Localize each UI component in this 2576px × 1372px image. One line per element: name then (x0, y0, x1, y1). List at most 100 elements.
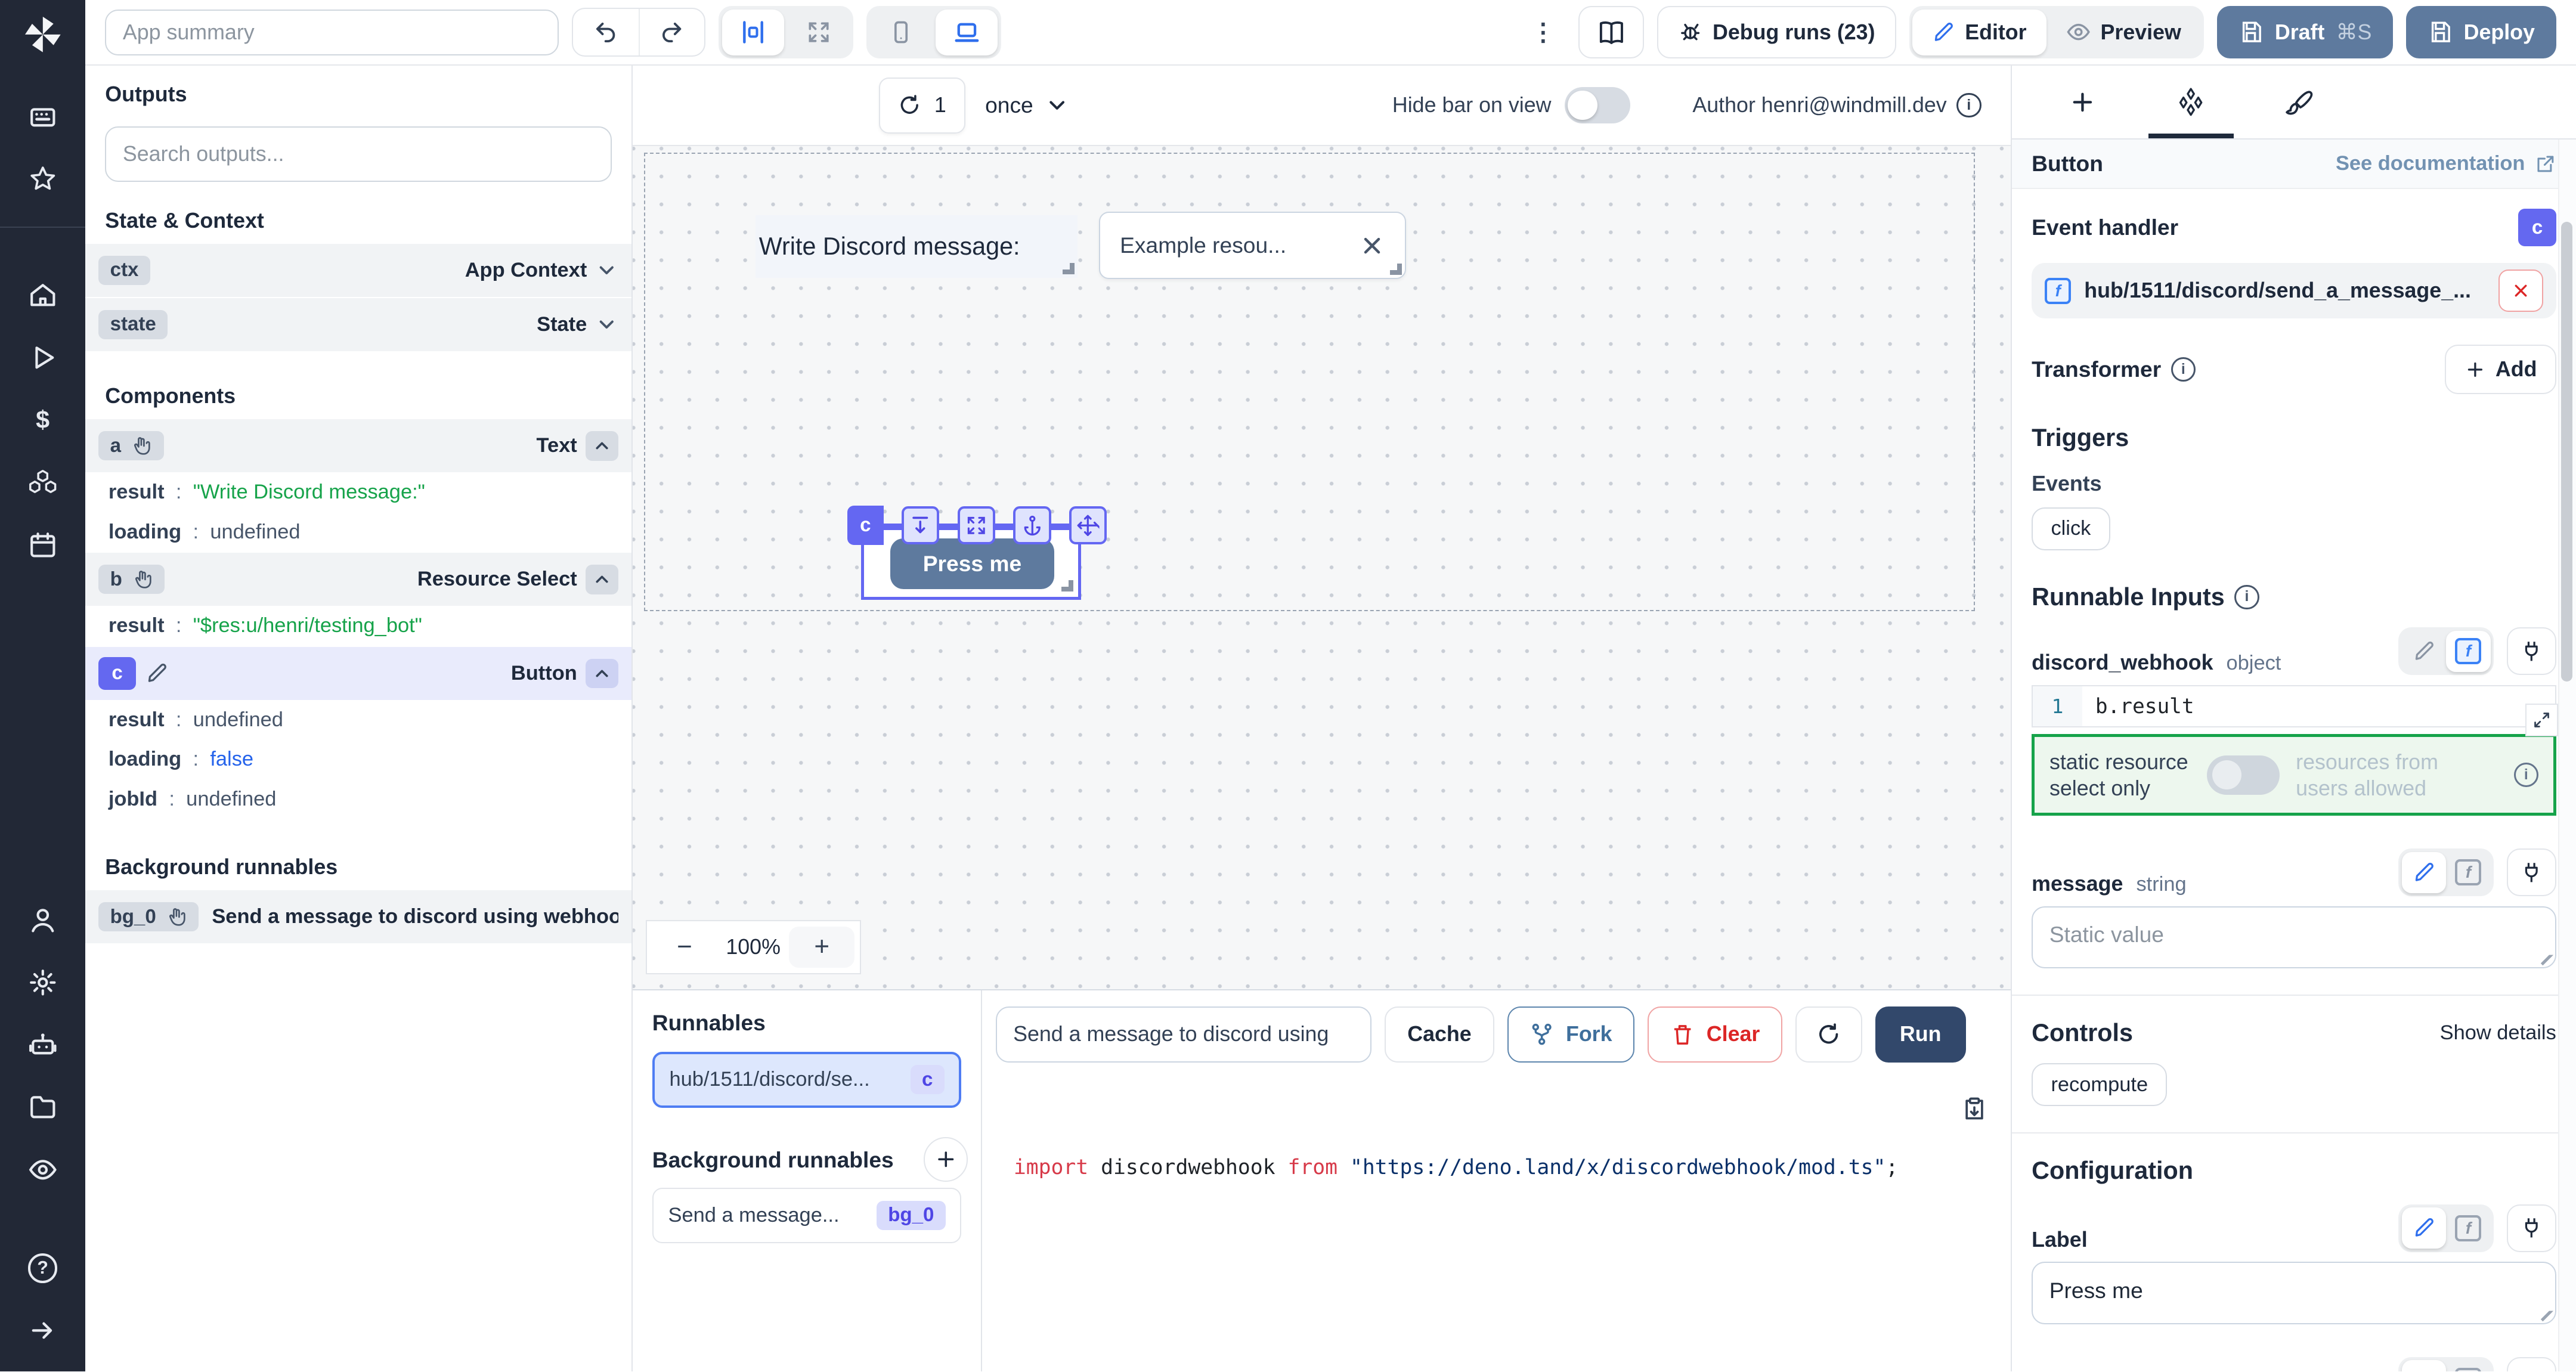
info-icon[interactable]: i (2514, 763, 2538, 787)
component-row-b[interactable]: b Resource Select (85, 552, 631, 606)
component-row-a[interactable]: a Text (85, 418, 631, 472)
zoom-out-button[interactable]: − (652, 927, 717, 968)
refresh-count-button[interactable]: 1 (879, 78, 965, 134)
schedules-calendar-icon[interactable] (0, 514, 85, 577)
copy-code-icon[interactable] (1961, 1095, 1987, 1122)
recompute-chip[interactable]: recompute (2032, 1063, 2167, 1106)
discord-webhook-expression[interactable]: 1 b.result (2032, 685, 2556, 728)
plug-icon[interactable] (2507, 848, 2556, 896)
windmill-logo-icon[interactable] (21, 13, 64, 56)
plug-icon[interactable] (2507, 627, 2556, 675)
app-canvas[interactable]: Write Discord message: Example resou... … (633, 146, 2011, 989)
pencil-icon[interactable] (145, 662, 169, 685)
static-pencil-icon[interactable] (2402, 631, 2446, 672)
folders-icon[interactable] (0, 1076, 85, 1139)
schedule-dropdown[interactable]: once (985, 92, 1069, 118)
output-row-state[interactable]: state State (85, 297, 631, 351)
tab-settings-diamond-icon[interactable] (2143, 66, 2238, 138)
info-icon[interactable]: i (2171, 357, 2196, 382)
static-pencil-icon[interactable] (2402, 1360, 2446, 1371)
mobile-view-button[interactable] (870, 10, 933, 55)
chevron-down-icon[interactable] (595, 259, 618, 282)
deploy-button[interactable]: Deploy (2406, 6, 2556, 58)
expand-editor-icon[interactable] (2525, 704, 2558, 736)
collapse-chevron-up-icon[interactable] (586, 431, 618, 461)
hide-bar-toggle[interactable] (1565, 87, 1630, 123)
static-pencil-icon[interactable] (2402, 852, 2446, 893)
apps-grid-icon[interactable] (0, 85, 85, 148)
background-runnable-item[interactable]: Send a message... bg_0 (652, 1188, 962, 1244)
info-icon[interactable]: i (1956, 93, 1981, 117)
see-documentation-link[interactable]: See documentation (2336, 152, 2556, 175)
undo-button[interactable] (573, 9, 639, 56)
run-button[interactable]: Run (1875, 1006, 1966, 1063)
collapse-arrow-icon[interactable] (0, 1299, 85, 1362)
message-static-input[interactable]: Static value (2032, 906, 2556, 969)
clear-x-icon[interactable] (1359, 233, 1385, 259)
expand-icon[interactable] (958, 506, 995, 544)
refresh-code-button[interactable] (1795, 1006, 1862, 1063)
desktop-view-button[interactable] (936, 10, 998, 55)
connect-function-icon[interactable]: f (2446, 852, 2490, 893)
chevron-down-icon[interactable] (595, 313, 618, 336)
resource-select-component[interactable]: Example resou... (1099, 212, 1406, 279)
connect-function-icon[interactable]: f (2446, 1207, 2490, 1249)
runs-play-icon[interactable] (0, 326, 85, 389)
app-summary-input[interactable] (105, 10, 558, 55)
label-value-input[interactable]: Press me (2032, 1262, 2556, 1324)
fork-button[interactable]: Fork (1507, 1006, 1635, 1063)
add-transformer-button[interactable]: Add (2445, 345, 2556, 394)
plug-icon[interactable] (2507, 1204, 2556, 1252)
user-icon[interactable] (0, 888, 85, 951)
add-background-runnable-button[interactable] (924, 1137, 968, 1181)
resources-cubes-icon[interactable] (0, 451, 85, 514)
text-component[interactable]: Write Discord message: (756, 215, 1078, 278)
component-row-c[interactable]: c Button (85, 646, 631, 700)
resize-handle[interactable] (1061, 580, 1073, 591)
background-runnable-row[interactable]: bg_0 Send a message to discord using web… (85, 889, 631, 943)
insert-below-icon[interactable] (902, 506, 939, 544)
variables-dollar-icon[interactable]: $ (0, 389, 85, 451)
clear-button[interactable]: Clear (1648, 1006, 1782, 1063)
docs-book-button[interactable] (1578, 6, 1644, 58)
collapse-chevron-up-icon[interactable] (586, 659, 618, 689)
show-details-link[interactable]: Show details (2440, 1021, 2556, 1045)
zoom-in-button[interactable]: + (789, 927, 854, 968)
audit-eye-icon[interactable] (0, 1138, 85, 1201)
search-outputs-input[interactable] (123, 142, 594, 166)
debug-runs-button[interactable]: Debug runs (23) (1657, 6, 1896, 58)
remove-runnable-button[interactable] (2498, 270, 2543, 312)
script-name-input[interactable] (996, 1006, 1372, 1063)
resize-handle[interactable] (1063, 263, 1074, 274)
scrollbar-thumb[interactable] (2561, 222, 2572, 682)
draft-button[interactable]: Draft ⌘S (2217, 6, 2393, 58)
collapse-chevron-up-icon[interactable] (586, 565, 618, 594)
info-icon[interactable]: i (2234, 585, 2259, 609)
connect-function-icon[interactable]: f (2446, 631, 2490, 672)
tab-styling-brush-icon[interactable] (2252, 66, 2347, 138)
more-options-kebab-icon[interactable]: ⋮ (1521, 18, 1565, 47)
tab-editor[interactable]: Editor (1912, 10, 2046, 55)
runnable-picker[interactable]: f hub/1511/discord/send_a_message_... (2032, 263, 2556, 319)
event-click-chip[interactable]: click (2032, 507, 2110, 550)
redo-button[interactable] (639, 9, 704, 56)
resource-mode-toggle[interactable] (2207, 755, 2279, 795)
home-icon[interactable] (0, 264, 85, 327)
fullscreen-button[interactable] (788, 10, 850, 55)
tab-insert-plus-icon[interactable] (2035, 66, 2131, 138)
code-block[interactable]: import discordwebhook from "https://deno… (982, 1077, 2011, 1372)
plug-icon[interactable] (2507, 1357, 2556, 1371)
settings-gear-icon[interactable] (0, 951, 85, 1014)
help-icon[interactable]: ? (0, 1237, 85, 1300)
move-icon[interactable] (1069, 506, 1107, 544)
static-pencil-icon[interactable] (2402, 1207, 2446, 1249)
favorites-star-icon[interactable] (0, 148, 85, 210)
align-center-button[interactable] (722, 10, 785, 55)
anchor-icon[interactable] (1013, 506, 1051, 544)
output-row-ctx[interactable]: ctx App Context (85, 243, 631, 297)
connect-function-icon[interactable]: f (2446, 1360, 2490, 1371)
resize-handle[interactable] (1390, 264, 1401, 275)
runnable-item-selected[interactable]: hub/1511/discord/se... c (652, 1052, 962, 1108)
button-component[interactable]: Press me (890, 538, 1055, 589)
workers-robot-icon[interactable] (0, 1014, 85, 1076)
